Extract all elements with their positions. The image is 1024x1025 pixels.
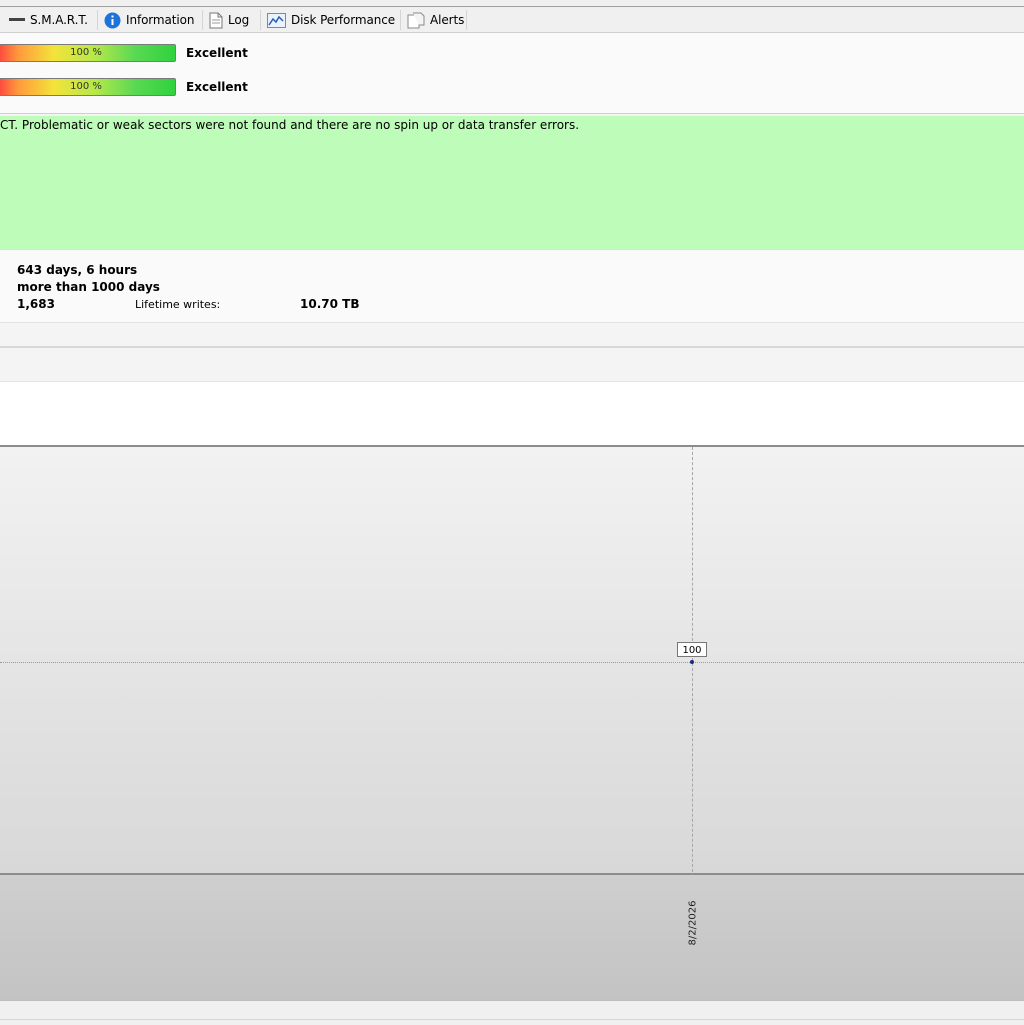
performance-percent: 100 % <box>70 81 102 92</box>
x-tick-label: 8/2/2026 <box>687 900 699 946</box>
performance-chart-icon <box>267 12 286 28</box>
power-on-time-value: 643 days, 6 hours <box>17 263 138 277</box>
tab-separator <box>400 10 401 30</box>
lifetime-writes-label: Lifetime writes: <box>135 298 221 311</box>
tab-bar: S.M.A.R.T. Information Log Disk Performa… <box>0 0 1024 33</box>
dash-icon <box>9 15 25 25</box>
footer-divider <box>0 1019 1024 1020</box>
tab-disk-performance-label: Disk Performance <box>291 13 396 27</box>
start-stop-count-value: 1,683 <box>17 297 55 311</box>
info-icon <box>104 12 121 29</box>
lifetime-writes-value: 10.70 TB <box>300 297 360 311</box>
tab-separator <box>97 10 98 30</box>
tab-smart[interactable]: S.M.A.R.T. <box>9 9 88 31</box>
data-point[interactable] <box>690 660 694 664</box>
plot-area: 100 <box>0 445 1024 877</box>
data-label: 100 <box>677 642 707 657</box>
tab-alerts-label: Alerts <box>430 13 465 27</box>
horizontal-gridline <box>0 662 1024 663</box>
performance-bar: 100 % <box>0 78 176 96</box>
health-bar: 100 % <box>0 44 176 62</box>
tab-log-label: Log <box>228 13 250 27</box>
chart-toolbar <box>0 348 1024 382</box>
tab-separator <box>466 10 467 30</box>
status-message-box: CT. Problematic or weak sectors were not… <box>0 116 1024 250</box>
tab-smart-label: S.M.A.R.T. <box>30 13 88 27</box>
window-divider <box>0 6 1024 7</box>
health-panel: 100 % Excellent 100 % Excellent <box>0 33 1024 114</box>
history-chart: 100 8/2/2026 <box>0 445 1024 1000</box>
tab-separator <box>260 10 261 30</box>
x-axis-area <box>0 875 1024 1000</box>
tab-disk-performance[interactable]: Disk Performance <box>267 9 395 31</box>
tab-alerts[interactable]: Alerts <box>407 9 464 31</box>
status-message-text: CT. Problematic or weak sectors were not… <box>0 118 580 132</box>
health-status: Excellent <box>186 46 248 60</box>
bottom-bar <box>0 1000 1024 1025</box>
tab-log[interactable]: Log <box>209 9 249 31</box>
tab-information[interactable]: Information <box>104 9 194 31</box>
health-percent: 100 % <box>70 47 102 58</box>
estimated-lifetime-value: more than 1000 days <box>17 280 160 294</box>
chart-header-area <box>0 382 1024 445</box>
performance-status: Excellent <box>186 80 248 94</box>
alerts-icon <box>407 12 425 29</box>
document-icon <box>209 12 223 29</box>
tab-information-label: Information <box>126 13 195 27</box>
tab-separator <box>202 10 203 30</box>
info-panel: 643 days, 6 hours more than 1000 days 1,… <box>0 250 1024 323</box>
